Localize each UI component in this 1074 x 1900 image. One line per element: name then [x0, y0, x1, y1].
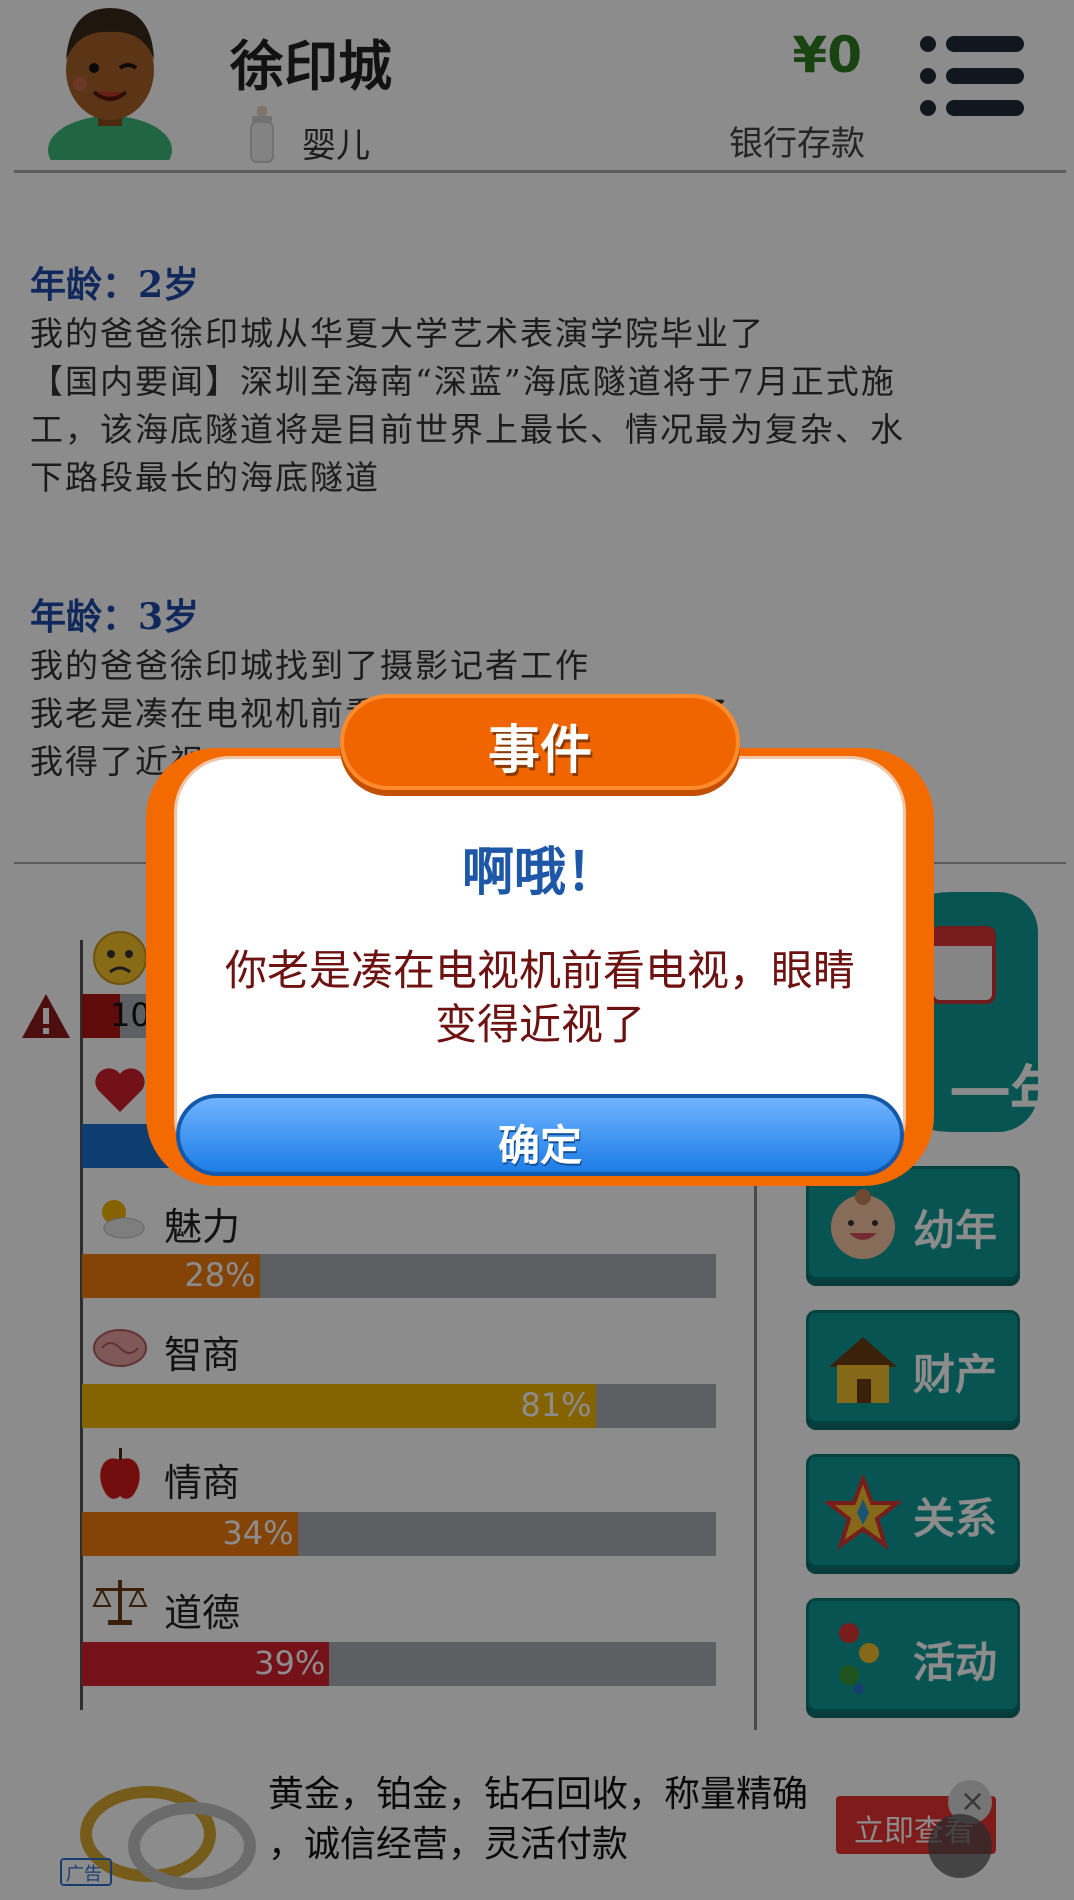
confirm-button[interactable]: 确定	[176, 1094, 904, 1176]
event-dialog-heading: 啊哦！	[461, 843, 618, 903]
event-dialog-title: 事件	[487, 721, 592, 781]
event-dialog-message: 你老是凑在电视机前看电视，眼睛变得近视了	[224, 946, 855, 1049]
confirm-label: 确定	[497, 1121, 582, 1170]
